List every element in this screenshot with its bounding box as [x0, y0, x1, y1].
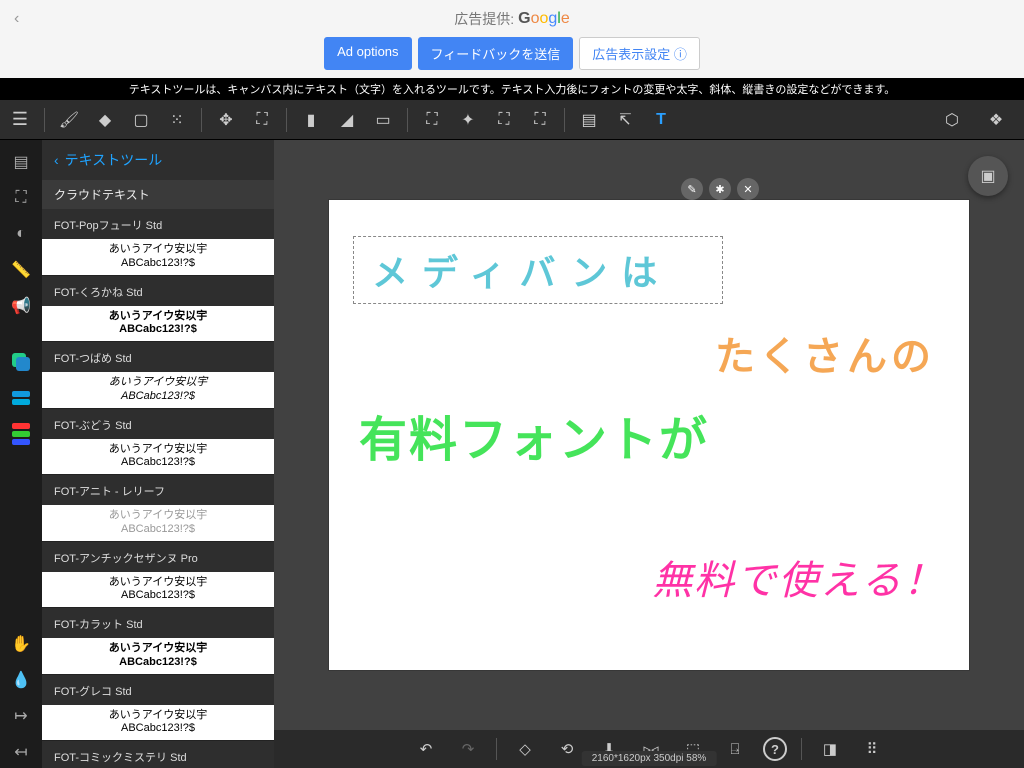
rail-redo-icon[interactable]: ↦ [5, 700, 37, 732]
operation-tool[interactable]: ↸ [607, 102, 643, 138]
font-item[interactable]: FOT-アニト - レリーフあいうアイウ安以宇ABCabc123!?$ [42, 475, 274, 542]
sidebar-back-button[interactable]: ‹ テキストツール [42, 140, 274, 180]
canvas-viewport[interactable]: ✎ ✱ ✕ メディバンは たくさんの 有料フォントが 無料で使える！ [274, 140, 1024, 730]
eraser-tool[interactable]: ◆ [87, 102, 123, 138]
materials-icon[interactable]: ⬡ [934, 102, 970, 138]
magic-wand-tool[interactable]: ✦ [450, 102, 486, 138]
undo-button[interactable]: ↶ [412, 735, 440, 763]
font-item[interactable]: FOT-コミックミステリ Stdあいうアイウ安以宇ABCabc123!?$ [42, 741, 274, 768]
rail-panel-icon[interactable]: ▤ [5, 146, 37, 178]
font-item[interactable]: FOT-アンチックセザンヌ Proあいうアイウ安以宇ABCabc123!?$ [42, 542, 274, 609]
left-rail: ▤ ⛶ ◐ 📏 📢 ✋ 💧 ↦ ↤ [0, 140, 42, 768]
redo-button[interactable]: ↷ [454, 735, 482, 763]
status-bar: 2160*1620px 350dpi 58% [582, 751, 717, 766]
ad-options-button[interactable]: Ad options [324, 37, 411, 70]
font-item[interactable]: FOT-カラット Stdあいうアイウ安以宇ABCabc123!?$ [42, 608, 274, 675]
fill-tool[interactable]: ▮ [293, 102, 329, 138]
settings-text-icon[interactable]: ✱ [709, 178, 731, 200]
ad-buttons: Ad options フィードバックを送信 広告表示設定 ⓘ [324, 37, 700, 70]
bucket-tool[interactable]: ◢ [329, 102, 365, 138]
ad-bar: ‹ 広告提供: Google Ad options フィードバックを送信 広告表… [0, 0, 1024, 78]
text-selection-box[interactable]: メディバンは [353, 236, 723, 304]
info-bar: テキストツールは、キャンバス内にテキスト（文字）を入れるツールです。テキスト入力… [0, 78, 1024, 100]
close-text-icon[interactable]: ✕ [737, 178, 759, 200]
gradient-tool[interactable]: ▭ [365, 102, 401, 138]
ad-header: 広告提供: Google [454, 9, 570, 29]
font-item[interactable]: FOT-つばめ Stdあいうアイウ安以宇ABCabc123!?$ [42, 342, 274, 409]
canvas-area: ▣ ✎ ✱ ✕ メディバンは たくさんの 有料フォントが 無料で使える！ ↶ ↷… [274, 140, 1024, 768]
grid-icon[interactable]: ⠿ [858, 735, 886, 763]
back-icon[interactable]: ‹ [14, 10, 19, 28]
canvas-text-4[interactable]: 無料で使える！ [652, 548, 945, 606]
canvas-text-3[interactable]: 有料フォントが [359, 400, 709, 470]
font-sidebar: ‹ テキストツール クラウドテキスト FOT-Popフューリ Stdあいうアイウ… [42, 140, 274, 768]
canvas-page[interactable]: ✎ ✱ ✕ メディバンは たくさんの 有料フォントが 無料で使える！ [329, 200, 969, 670]
select-rect-tool[interactable]: ⛶ [414, 102, 450, 138]
dot-tool[interactable]: ⁙ [159, 102, 195, 138]
menu-icon[interactable]: ☰ [8, 109, 32, 130]
help-button[interactable]: ? [763, 737, 787, 761]
rotate-tool-icon[interactable]: ⟲ [553, 735, 581, 763]
sidebar-section-label: クラウドテキスト [42, 180, 274, 209]
rail-ruler-icon[interactable]: 📏 [5, 254, 37, 286]
rail-eyedropper-icon[interactable]: 💧 [5, 664, 37, 696]
canvas-text-2[interactable]: たくさんの [715, 324, 935, 382]
font-item[interactable]: FOT-グレコ Stdあいうアイウ安以宇ABCabc123!?$ [42, 675, 274, 742]
rail-hsv-icon[interactable] [5, 418, 37, 450]
ad-settings-button[interactable]: 広告表示設定 ⓘ [579, 37, 700, 70]
shape-tool[interactable]: ▢ [123, 102, 159, 138]
rail-undo-icon[interactable]: ↤ [5, 736, 37, 768]
sidebar-title: テキストツール [65, 150, 163, 170]
edit-text-icon[interactable]: ✎ [681, 178, 703, 200]
rail-rotate-icon[interactable]: ◐ [5, 218, 37, 250]
zoom-tool-icon[interactable]: ◇ [511, 735, 539, 763]
text-controls: ✎ ✱ ✕ [681, 178, 759, 200]
ad-google-logo: Google [518, 10, 570, 28]
rail-hand-icon[interactable]: ✋ [5, 628, 37, 660]
export-icon[interactable]: ⍈ [721, 735, 749, 763]
chevron-left-icon: ‹ [54, 152, 59, 168]
layers-icon[interactable]: ❖ [978, 102, 1014, 138]
select-erase-tool[interactable]: ⛶ [522, 102, 558, 138]
select-pen-tool[interactable]: ⛶ [486, 102, 522, 138]
rail-color-icon[interactable] [5, 346, 37, 378]
rail-announce-icon[interactable]: 📢 [5, 290, 37, 322]
rail-select-icon[interactable]: ⛶ [5, 182, 37, 214]
rail-palette-icon[interactable] [5, 382, 37, 414]
transform-tool[interactable]: ⛶ [244, 102, 280, 138]
fullscreen-icon[interactable]: ◨ [816, 735, 844, 763]
font-list[interactable]: FOT-Popフューリ Stdあいうアイウ安以宇ABCabc123!?$ FOT… [42, 209, 274, 768]
canvas-text-1[interactable]: メディバンは [372, 244, 671, 296]
ad-feedback-button[interactable]: フィードバックを送信 [418, 37, 574, 70]
font-item[interactable]: FOT-Popフューリ Stdあいうアイウ安以宇ABCabc123!?$ [42, 209, 274, 276]
brush-tool[interactable]: 🖌 [51, 102, 87, 138]
font-item[interactable]: FOT-くろかね Stdあいうアイウ安以宇ABCabc123!?$ [42, 276, 274, 343]
font-item[interactable]: FOT-ぶどう Stdあいうアイウ安以宇ABCabc123!?$ [42, 409, 274, 476]
main-toolbar: ☰ 🖌 ◆ ▢ ⁙ ✥ ⛶ ▮ ◢ ▭ ⛶ ✦ ⛶ ⛶ ▤ ↸ T ⬡ ❖ [0, 100, 1024, 140]
text-tool[interactable]: T [643, 102, 679, 138]
panel-tool[interactable]: ▤ [571, 102, 607, 138]
move-tool[interactable]: ✥ [208, 102, 244, 138]
ad-provider-label: 広告提供: [454, 9, 514, 29]
